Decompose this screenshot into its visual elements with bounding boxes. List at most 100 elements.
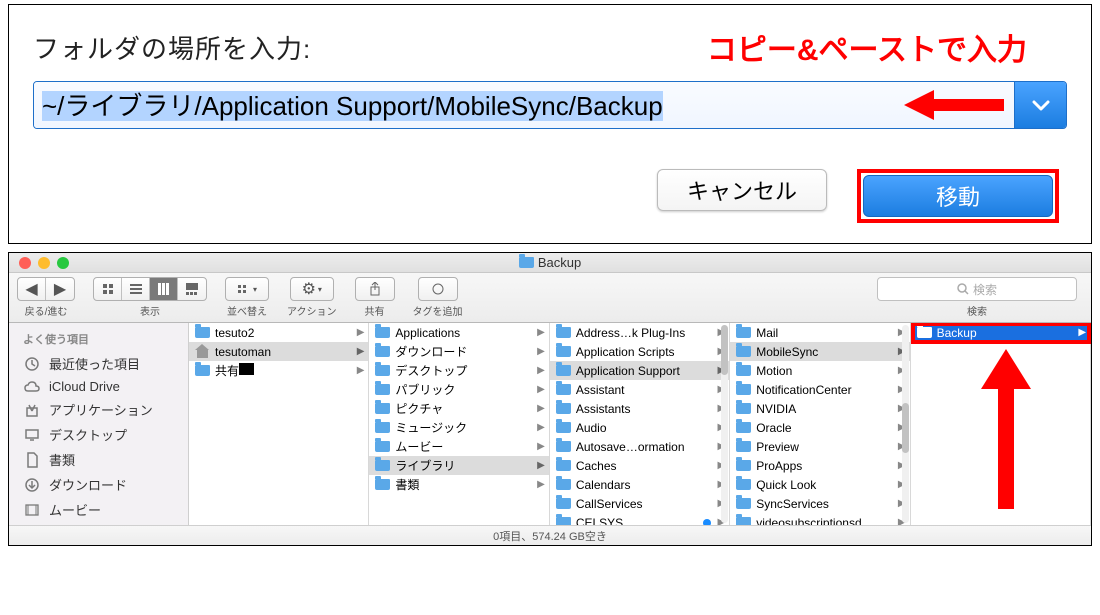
chevron-right-icon: ▶ bbox=[1078, 327, 1086, 338]
sidebar-item[interactable]: 最近使った項目 bbox=[9, 351, 188, 376]
tags-button[interactable] bbox=[418, 277, 458, 301]
chevron-right-icon: ▶ bbox=[537, 460, 545, 471]
chevron-right-icon: ▶ bbox=[537, 384, 545, 395]
column-row[interactable]: MobileSync▶ bbox=[730, 342, 909, 361]
folder-icon bbox=[556, 498, 571, 509]
sidebar-item[interactable]: iCloud Drive bbox=[9, 376, 188, 397]
folder-icon bbox=[195, 365, 210, 376]
cloud-icon bbox=[23, 380, 41, 394]
browser-column[interactable]: Mail▶MobileSync▶Motion▶NotificationCente… bbox=[730, 323, 910, 525]
redacted-icon bbox=[239, 363, 254, 375]
folder-icon bbox=[736, 365, 751, 376]
column-row[interactable]: videosubscriptionsd▶ bbox=[730, 513, 909, 525]
column-row[interactable]: SyncServices▶ bbox=[730, 494, 909, 513]
column-row[interactable]: Application Scripts▶ bbox=[550, 342, 729, 361]
window-title: Backup bbox=[9, 255, 1091, 270]
column-row[interactable]: Assistant▶ bbox=[550, 380, 729, 399]
tag-icon bbox=[432, 283, 444, 295]
column-row[interactable]: Preview▶ bbox=[730, 437, 909, 456]
column-row[interactable]: ミュージック▶ bbox=[369, 418, 548, 437]
chevron-right-icon: ▶ bbox=[537, 365, 545, 376]
movie-icon bbox=[23, 503, 41, 517]
goto-folder-dialog: フォルダの場所を入力: コピー&ペーストで入力 ~/ライブラリ/Applicat… bbox=[8, 4, 1092, 244]
chevron-right-icon: ▶ bbox=[537, 346, 545, 357]
column-row[interactable]: tesutoman▶ bbox=[189, 342, 368, 361]
column-row[interactable]: tesuto2▶ bbox=[189, 323, 368, 342]
folder-icon bbox=[556, 384, 571, 395]
browser-column[interactable]: Backup▶ bbox=[911, 323, 1091, 525]
column-row[interactable]: 共有▶ bbox=[189, 361, 368, 380]
finder-sidebar: よく使う項目 最近使った項目iCloud Driveアプリケーションデスクトップ… bbox=[9, 323, 189, 525]
list-view-button[interactable] bbox=[122, 278, 150, 300]
action-button[interactable]: ⚙▾ bbox=[290, 277, 334, 301]
arrange-button[interactable]: ▾ bbox=[225, 277, 269, 301]
browser-column[interactable]: tesuto2▶tesutoman▶共有▶ bbox=[189, 323, 369, 525]
view-mode-buttons[interactable] bbox=[93, 277, 207, 301]
column-view-button[interactable] bbox=[150, 278, 178, 300]
search-icon bbox=[957, 283, 969, 295]
icon-view-button[interactable] bbox=[94, 278, 122, 300]
search-input[interactable]: 検索 bbox=[877, 277, 1077, 301]
column-row[interactable]: デスクトップ▶ bbox=[369, 361, 548, 380]
folder-icon bbox=[736, 422, 751, 433]
back-button[interactable]: ◀ bbox=[18, 278, 46, 300]
column-row[interactable]: Motion▶ bbox=[730, 361, 909, 380]
cancel-button[interactable]: キャンセル bbox=[657, 169, 827, 211]
column-row[interactable]: NVIDIA▶ bbox=[730, 399, 909, 418]
column-row[interactable]: Audio▶ bbox=[550, 418, 729, 437]
path-dropdown-button[interactable] bbox=[1014, 82, 1066, 128]
browser-column[interactable]: Address…k Plug-Ins▶Application Scripts▶A… bbox=[550, 323, 730, 525]
column-row[interactable]: Calendars▶ bbox=[550, 475, 729, 494]
finder-window: Backup ◀ ▶ 戻る/進む 表示 ▾ 並べ替え ⚙▾ アクション bbox=[8, 252, 1092, 546]
column-row[interactable]: パブリック▶ bbox=[369, 380, 548, 399]
annotation-highlight-go: 移動 bbox=[857, 169, 1059, 223]
back-forward-buttons[interactable]: ◀ ▶ bbox=[17, 277, 75, 301]
column-row[interactable]: Assistants▶ bbox=[550, 399, 729, 418]
column-row[interactable]: ピクチャ▶ bbox=[369, 399, 548, 418]
share-icon bbox=[369, 282, 381, 296]
folder-icon bbox=[736, 403, 751, 414]
gallery-view-button[interactable] bbox=[178, 278, 206, 300]
column-row[interactable]: ProApps▶ bbox=[730, 456, 909, 475]
folder-icon bbox=[556, 346, 571, 357]
window-titlebar[interactable]: Backup bbox=[9, 253, 1091, 273]
column-row[interactable]: CallServices▶ bbox=[550, 494, 729, 513]
column-row[interactable]: ダウンロード▶ bbox=[369, 342, 548, 361]
column-row[interactable]: Oracle▶ bbox=[730, 418, 909, 437]
forward-button[interactable]: ▶ bbox=[46, 278, 74, 300]
finder-toolbar: ◀ ▶ 戻る/進む 表示 ▾ 並べ替え ⚙▾ アクション 共有 bbox=[9, 273, 1091, 323]
folder-icon bbox=[736, 384, 751, 395]
path-input-row: ~/ライブラリ/Application Support/MobileSync/B… bbox=[33, 81, 1067, 129]
sidebar-item[interactable]: ダウンロード bbox=[9, 472, 188, 497]
go-button[interactable]: 移動 bbox=[863, 175, 1053, 217]
chevron-right-icon: ▶ bbox=[357, 346, 365, 357]
column-row[interactable]: Backup▶ bbox=[911, 323, 1090, 342]
sidebar-item[interactable]: 書類 bbox=[9, 447, 188, 472]
folder-icon bbox=[736, 517, 751, 525]
sidebar-item[interactable]: デスクトップ bbox=[9, 422, 188, 447]
folder-icon bbox=[375, 384, 390, 395]
column-row[interactable]: Address…k Plug-Ins▶ bbox=[550, 323, 729, 342]
chevron-right-icon: ▶ bbox=[537, 403, 545, 414]
column-row[interactable]: Mail▶ bbox=[730, 323, 909, 342]
chevron-right-icon: ▶ bbox=[537, 327, 545, 338]
column-row[interactable]: ライブラリ▶ bbox=[369, 456, 548, 475]
home-icon bbox=[195, 346, 210, 358]
column-row[interactable]: NotificationCenter▶ bbox=[730, 380, 909, 399]
column-row[interactable]: Applications▶ bbox=[369, 323, 548, 342]
gear-icon: ⚙ bbox=[302, 279, 316, 299]
column-row[interactable]: Quick Look▶ bbox=[730, 475, 909, 494]
column-row[interactable]: ムービー▶ bbox=[369, 437, 548, 456]
sidebar-item[interactable]: ムービー bbox=[9, 497, 188, 522]
column-row[interactable]: Caches▶ bbox=[550, 456, 729, 475]
sidebar-item[interactable]: アプリケーション bbox=[9, 397, 188, 422]
column-browser: tesuto2▶tesutoman▶共有▶Applications▶ダウンロード… bbox=[189, 323, 1091, 525]
column-row[interactable]: Application Support▶ bbox=[550, 361, 729, 380]
column-row[interactable]: Autosave…ormation▶ bbox=[550, 437, 729, 456]
column-row[interactable]: 書類▶ bbox=[369, 475, 548, 494]
folder-icon bbox=[556, 460, 571, 471]
share-button[interactable] bbox=[355, 277, 395, 301]
browser-column[interactable]: Applications▶ダウンロード▶デスクトップ▶パブリック▶ピクチャ▶ミュ… bbox=[369, 323, 549, 525]
folder-path-input[interactable]: ~/ライブラリ/Application Support/MobileSync/B… bbox=[34, 82, 894, 128]
column-row[interactable]: CELSYS▶ bbox=[550, 513, 729, 525]
